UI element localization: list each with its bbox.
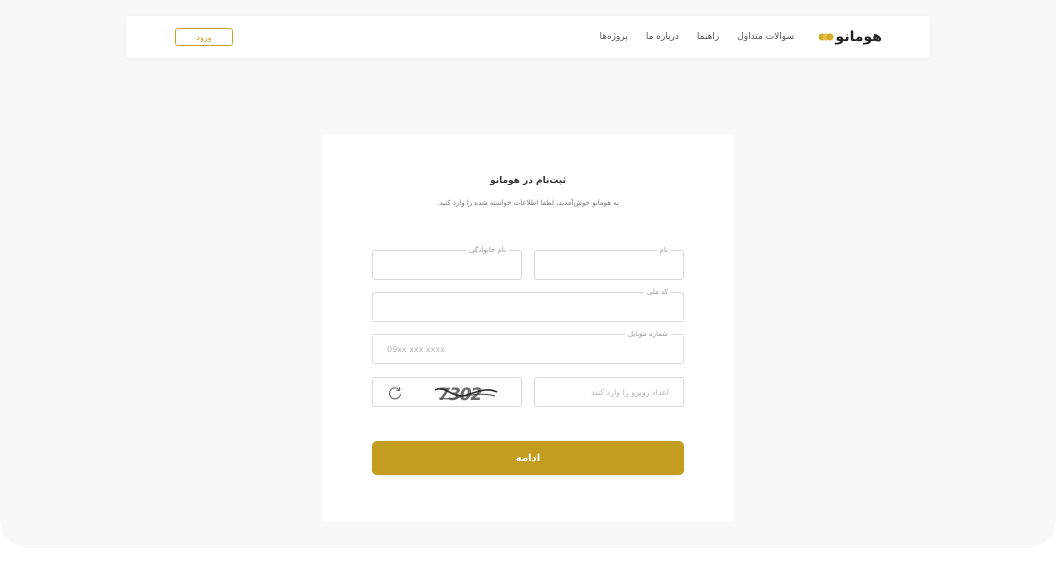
captcha-input[interactable] bbox=[535, 378, 683, 406]
signup-card: ثبت‌نام در هومانو به هومانو خوش‌آمدید، ل… bbox=[322, 134, 734, 522]
page-background: ورود پروژه‌ها درباره ما راهنما سوالات مت… bbox=[0, 0, 1056, 548]
nav-item-faq[interactable]: سوالات متداول bbox=[737, 32, 794, 42]
last-name-input[interactable] bbox=[373, 251, 521, 279]
captcha-box: 7302 bbox=[372, 377, 522, 407]
login-button[interactable]: ورود bbox=[175, 28, 233, 46]
nav-item-about[interactable]: درباره ما bbox=[646, 32, 679, 42]
first-name-field: نام bbox=[534, 245, 684, 280]
main-nav: پروژه‌ها درباره ما راهنما سوالات متداول bbox=[599, 16, 794, 58]
nav-item-guide[interactable]: راهنما bbox=[697, 32, 719, 42]
mobile-input[interactable] bbox=[373, 335, 683, 363]
captcha-field bbox=[534, 377, 684, 407]
national-code-field: کد ملی bbox=[372, 287, 684, 322]
captcha-image: 7302 bbox=[434, 385, 498, 405]
continue-button[interactable]: ادامه bbox=[372, 441, 684, 475]
form-title: ثبت‌نام در هومانو bbox=[490, 176, 566, 186]
form-subtitle: به هومانو خوش‌آمدید، لطفا اطلاعات خواسته… bbox=[437, 199, 619, 207]
refresh-icon[interactable] bbox=[387, 385, 403, 401]
mobile-field: شماره موبایل bbox=[372, 329, 684, 364]
nav-item-projects[interactable]: پروژه‌ها bbox=[599, 32, 627, 42]
logo-mark-icon bbox=[818, 33, 834, 41]
top-header: ورود پروژه‌ها درباره ما راهنما سوالات مت… bbox=[126, 16, 930, 58]
first-name-input[interactable] bbox=[535, 251, 683, 279]
national-code-input[interactable] bbox=[373, 293, 683, 321]
site-logo[interactable]: هومانو bbox=[818, 28, 883, 46]
last-name-field: نام خانوادگی bbox=[372, 245, 522, 280]
logo-text: هومانو bbox=[835, 29, 883, 45]
